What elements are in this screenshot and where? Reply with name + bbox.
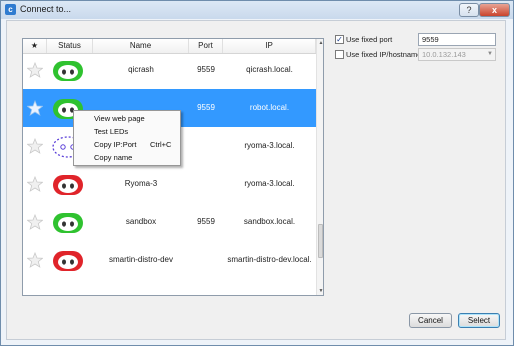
help-button[interactable]: ? xyxy=(459,3,479,17)
robot-port-cell xyxy=(189,127,223,165)
robot-name-cell: qicrash xyxy=(128,65,154,74)
favorite-star-icon[interactable] xyxy=(26,99,44,116)
favorite-star-icon[interactable] xyxy=(26,137,44,154)
title-bar: c Connect to... ? x xyxy=(1,1,513,19)
fixed-port-input[interactable]: 9559 xyxy=(418,33,496,46)
favorite-star-icon[interactable] xyxy=(26,251,44,268)
table-row[interactable]: Ryoma-3 ryoma-3.local. xyxy=(23,165,316,203)
header-status[interactable]: Status xyxy=(47,39,93,53)
fixed-ip-checkbox[interactable] xyxy=(335,50,344,59)
vertical-scrollbar[interactable]: ▲ ▼ xyxy=(316,39,323,295)
app-icon: c xyxy=(5,4,16,15)
robot-ip-cell: ryoma-3.local. xyxy=(244,179,295,188)
robot-ip-cell: smartin-distro-dev.local. xyxy=(227,255,312,264)
robot-name-cell: Ryoma-3 xyxy=(124,179,158,188)
robot-status-icon xyxy=(51,212,85,234)
dropdown-arrow-icon: ▼ xyxy=(487,51,493,57)
fixed-ip-label: Use fixed IP/hostname xyxy=(346,50,422,59)
robot-status-icon xyxy=(51,60,85,82)
header-ip[interactable]: IP xyxy=(223,39,316,53)
cancel-button[interactable]: Cancel xyxy=(409,313,452,328)
fixed-ip-value: 10.0.132.143 xyxy=(422,50,466,59)
robot-port-cell: 9559 xyxy=(197,65,215,74)
header-star[interactable]: ★ xyxy=(23,39,47,53)
list-header: ★ Status Name Port IP xyxy=(23,39,316,54)
robot-list[interactable]: ★ Status Name Port IP qicrash 9559 qicrash… xyxy=(22,38,324,296)
close-button[interactable]: x xyxy=(479,3,510,17)
menu-shortcut-copy-ip-port: Ctrl+C xyxy=(150,140,172,149)
fixed-ip-combobox[interactable]: 10.0.132.143 ▼ xyxy=(418,48,496,61)
robot-port-cell xyxy=(189,241,223,279)
robot-ip-cell: ryoma-3.local. xyxy=(244,141,295,150)
robot-ip-cell: robot.local. xyxy=(249,103,290,112)
robot-status-icon xyxy=(51,174,85,196)
menu-item-view-web-page[interactable]: View web page xyxy=(94,113,145,124)
favorite-star-icon[interactable] xyxy=(26,213,44,230)
context-menu: View web page Test LEDs Copy IP:Port Ctr… xyxy=(73,110,181,166)
fixed-port-label: Use fixed port xyxy=(346,35,393,44)
robot-status-icon xyxy=(51,250,85,272)
robot-port-cell: 9559 xyxy=(197,217,215,226)
menu-item-copy-ip-port[interactable]: Copy IP:Port xyxy=(94,139,137,150)
header-port[interactable]: Port xyxy=(189,39,223,53)
menu-item-test-leds[interactable]: Test LEDs xyxy=(94,126,128,137)
table-row[interactable]: sandbox 9559 sandbox.local. xyxy=(23,203,316,241)
favorite-star-icon[interactable] xyxy=(26,175,44,192)
robot-ip-cell: qicrash.local. xyxy=(246,65,293,74)
select-button[interactable]: Select xyxy=(458,313,500,328)
table-row[interactable]: qicrash 9559 qicrash.local. xyxy=(23,53,316,89)
favorite-star-icon[interactable] xyxy=(26,61,44,78)
window-title: Connect to... xyxy=(20,4,72,14)
menu-item-copy-name[interactable]: Copy name xyxy=(94,152,132,163)
list-rows: qicrash 9559 qicrash.local. 9559 robot.local… xyxy=(23,53,316,295)
scroll-thumb[interactable] xyxy=(318,224,323,258)
scroll-down-arrow-icon[interactable]: ▼ xyxy=(317,287,323,295)
robot-name-cell: sandbox xyxy=(125,217,157,226)
header-name[interactable]: Name xyxy=(93,39,189,53)
table-row[interactable]: smartin-distro-dev smartin-distro-dev.loc… xyxy=(23,241,316,279)
robot-name-cell: smartin-distro-dev xyxy=(108,255,173,264)
scroll-up-arrow-icon[interactable]: ▲ xyxy=(317,39,323,48)
robot-ip-cell: sandbox.local. xyxy=(243,217,296,226)
fixed-port-checkbox[interactable]: ✓ xyxy=(335,35,344,44)
robot-port-cell xyxy=(189,165,223,203)
robot-port-cell: 9559 xyxy=(197,103,215,112)
